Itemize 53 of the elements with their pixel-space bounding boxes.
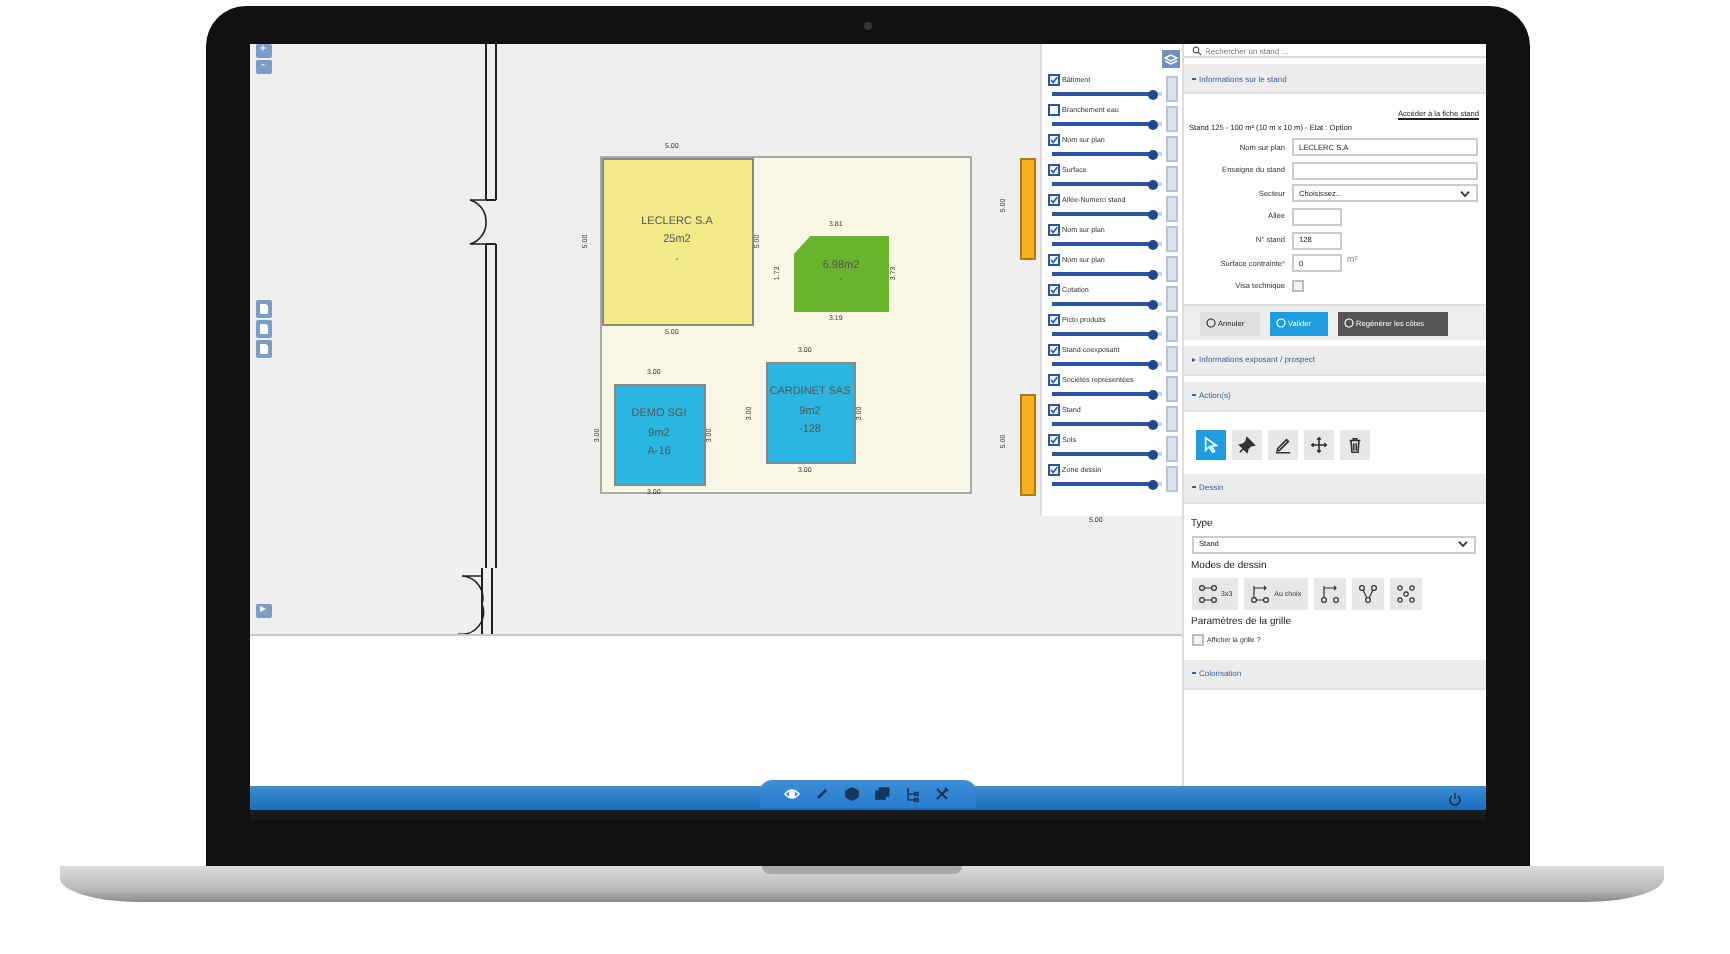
tools-icon[interactable] bbox=[933, 785, 951, 803]
layer-checkbox[interactable] bbox=[1047, 463, 1059, 475]
eye-icon[interactable] bbox=[783, 785, 801, 803]
text-field[interactable] bbox=[1291, 207, 1341, 226]
layer-checkbox[interactable] bbox=[1047, 163, 1059, 175]
layer-checkbox[interactable] bbox=[1047, 223, 1059, 235]
trash-icon bbox=[1345, 435, 1363, 454]
pin-tool-button[interactable] bbox=[1231, 429, 1261, 460]
draw-mode-button[interactable] bbox=[1351, 577, 1384, 610]
layer-checkbox[interactable] bbox=[1047, 253, 1059, 265]
draw-mode-button[interactable] bbox=[1313, 577, 1346, 610]
pointer-icon bbox=[1201, 435, 1219, 454]
free-mode-icon bbox=[1250, 583, 1271, 604]
tree-icon[interactable] bbox=[903, 785, 921, 803]
caret-icon bbox=[1457, 540, 1467, 549]
draw-mode-button[interactable] bbox=[1389, 577, 1422, 610]
layers-icon[interactable] bbox=[1161, 49, 1179, 67]
layer-checkbox[interactable] bbox=[1047, 133, 1059, 145]
plan-canvas[interactable] bbox=[249, 44, 1181, 636]
checkbox[interactable] bbox=[1191, 633, 1203, 646]
branch-mode-icon bbox=[1357, 583, 1378, 604]
layer-checkbox[interactable] bbox=[1047, 103, 1059, 115]
document-icon[interactable] bbox=[255, 300, 271, 318]
layer-checkbox[interactable] bbox=[1047, 193, 1059, 205]
grid-mode-icon bbox=[1197, 583, 1217, 604]
text-field[interactable] bbox=[1291, 161, 1477, 180]
wall-segment bbox=[1019, 158, 1035, 260]
layer-checkbox[interactable] bbox=[1047, 343, 1059, 355]
document-icon[interactable] bbox=[255, 340, 271, 358]
caret-icon bbox=[1459, 189, 1469, 198]
pencil-tool-button[interactable] bbox=[1267, 429, 1297, 460]
scatter-mode-icon bbox=[1395, 583, 1416, 604]
pencil-icon bbox=[1273, 435, 1291, 454]
layer-checkbox[interactable] bbox=[1047, 283, 1059, 295]
layers-icon[interactable] bbox=[873, 785, 891, 803]
cube-icon[interactable] bbox=[843, 785, 861, 803]
pencil-icon[interactable] bbox=[813, 785, 831, 803]
wall-segment bbox=[1019, 394, 1035, 496]
layer-checkbox[interactable] bbox=[1047, 373, 1059, 385]
checkbox[interactable] bbox=[1291, 280, 1303, 293]
layer-checkbox[interactable] bbox=[1047, 73, 1059, 85]
pin-icon bbox=[1237, 435, 1255, 454]
move-icon bbox=[1309, 435, 1327, 454]
camera-dot bbox=[863, 22, 871, 30]
layer-checkbox[interactable] bbox=[1047, 433, 1059, 445]
search-icon bbox=[1191, 45, 1201, 55]
corner-mode-icon bbox=[1319, 583, 1340, 604]
move-tool-button[interactable] bbox=[1303, 429, 1333, 460]
power-icon[interactable] bbox=[1447, 792, 1461, 806]
layer-checkbox[interactable] bbox=[1047, 313, 1059, 325]
layer-checkbox[interactable] bbox=[1047, 403, 1059, 415]
trash-tool-button[interactable] bbox=[1339, 429, 1369, 460]
document-icon[interactable] bbox=[255, 320, 271, 338]
